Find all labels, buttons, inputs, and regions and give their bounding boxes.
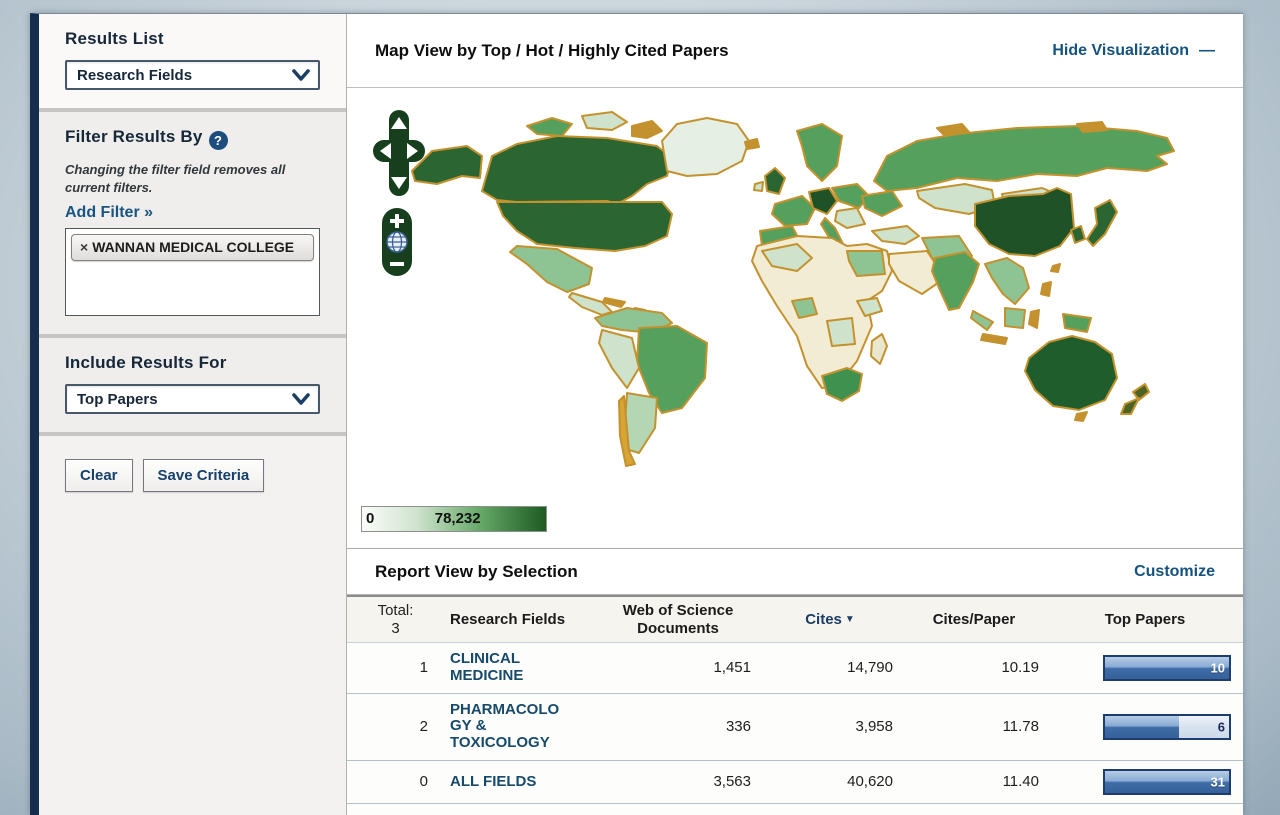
main-content: Map View by Top / Hot / Highly Cited Pap… (347, 14, 1243, 815)
documents-value: 3,563 (597, 765, 759, 798)
top-papers-bar[interactable]: 31 (1103, 769, 1231, 795)
chevron-down-icon (292, 392, 310, 406)
table-header-row: Total: 3 Research Fields Web of Science … (347, 595, 1243, 643)
top-papers-bar[interactable]: 6 (1103, 714, 1231, 740)
table-row: 2 PHARMACOLOGY & TOXICOLOGY 336 3,958 11… (347, 694, 1243, 761)
include-results-selected-value: Top Papers (77, 391, 158, 408)
filter-title: Filter Results By? (65, 127, 320, 150)
pan-control[interactable] (373, 110, 425, 196)
top-papers-value: 31 (1211, 774, 1225, 789)
results-list-panel: Results List Research Fields (39, 14, 346, 108)
total-count: Total: 3 (347, 602, 444, 638)
map-view-header: Map View by Top / Hot / Highly Cited Pap… (347, 14, 1243, 88)
help-icon[interactable]: ? (209, 131, 228, 150)
filter-panel: Filter Results By? Changing the filter f… (39, 108, 346, 334)
choropleth-map-area: 0 78,232 (347, 88, 1243, 549)
add-filter-link[interactable]: Add Filter » (65, 204, 153, 222)
app-window: Results List Research Fields Filter Resu… (30, 13, 1243, 815)
bar-fill (1105, 716, 1179, 738)
filter-tag-label: WANNAN MEDICAL COLLEGE (92, 239, 294, 255)
customize-link[interactable]: Customize (1134, 563, 1215, 581)
top-papers-bar[interactable]: 10 (1103, 655, 1231, 681)
actions-panel: Clear Save Criteria (39, 432, 346, 815)
top-papers-value: 10 (1211, 660, 1225, 675)
column-header-research-fields[interactable]: Research Fields (444, 611, 597, 629)
cites-value: 3,958 (759, 710, 901, 743)
save-criteria-button[interactable]: Save Criteria (143, 459, 265, 492)
remove-filter-icon[interactable]: × (80, 239, 88, 255)
column-header-top-papers[interactable]: Top Papers (1047, 611, 1243, 629)
cites-per-paper-value: 10.19 (901, 651, 1047, 684)
filter-note: Changing the filter field removes all cu… (65, 161, 320, 196)
research-field-link[interactable]: CLINICAL MEDICINE (444, 643, 574, 693)
column-header-cites-per-paper[interactable]: Cites/Paper (901, 611, 1047, 629)
minus-icon: — (1199, 42, 1215, 59)
report-view-title: Report View by Selection (375, 562, 578, 582)
row-rank: 1 (347, 651, 444, 684)
legend-max-value: 78,232 (435, 510, 481, 527)
report-view-header: Report View by Selection Customize (347, 549, 1243, 595)
row-rank: 0 (347, 765, 444, 798)
top-papers-value: 6 (1218, 719, 1225, 734)
active-filters-box: ×WANNAN MEDICAL COLLEGE (65, 228, 320, 316)
map-legend: 0 78,232 (361, 506, 547, 532)
include-results-title: Include Results For (65, 353, 320, 373)
zoom-out-icon (390, 262, 404, 266)
include-results-panel: Include Results For Top Papers (39, 334, 346, 432)
results-list-selected-value: Research Fields (77, 67, 192, 84)
table-row: 1 CLINICAL MEDICINE 1,451 14,790 10.19 1… (347, 643, 1243, 694)
research-field-link[interactable]: PHARMACOLOGY & TOXICOLOGY (444, 694, 574, 760)
filter-tag[interactable]: ×WANNAN MEDICAL COLLEGE (71, 234, 314, 261)
map-controls (373, 110, 429, 282)
zoom-control[interactable] (380, 207, 414, 277)
column-header-documents[interactable]: Web of Science Documents (597, 602, 759, 638)
globe-icon (387, 232, 407, 252)
chevron-down-icon (292, 68, 310, 82)
include-results-select[interactable]: Top Papers (65, 384, 320, 414)
row-rank: 2 (347, 710, 444, 743)
map-view-title: Map View by Top / Hot / Highly Cited Pap… (375, 41, 729, 61)
results-list-select[interactable]: Research Fields (65, 60, 320, 90)
sidebar: Results List Research Fields Filter Resu… (39, 14, 347, 815)
legend-min-value: 0 (366, 510, 374, 527)
clear-button[interactable]: Clear (65, 459, 133, 492)
report-table: Total: 3 Research Fields Web of Science … (347, 595, 1243, 815)
cites-per-paper-value: 11.78 (901, 710, 1047, 743)
column-header-cites[interactable]: Cites▼ (759, 611, 901, 629)
documents-value: 1,451 (597, 651, 759, 684)
results-list-title: Results List (65, 29, 320, 49)
table-row: 0 ALL FIELDS 3,563 40,620 11.40 31 (347, 761, 1243, 804)
sort-desc-icon: ▼ (845, 614, 855, 625)
cites-value: 40,620 (759, 765, 901, 798)
hide-visualization-link[interactable]: Hide Visualization— (1052, 42, 1215, 60)
cites-per-paper-value: 11.40 (901, 765, 1047, 798)
cites-value: 14,790 (759, 651, 901, 684)
documents-value: 336 (597, 710, 759, 743)
world-map[interactable] (377, 96, 1207, 486)
research-field-link[interactable]: ALL FIELDS (444, 766, 574, 799)
